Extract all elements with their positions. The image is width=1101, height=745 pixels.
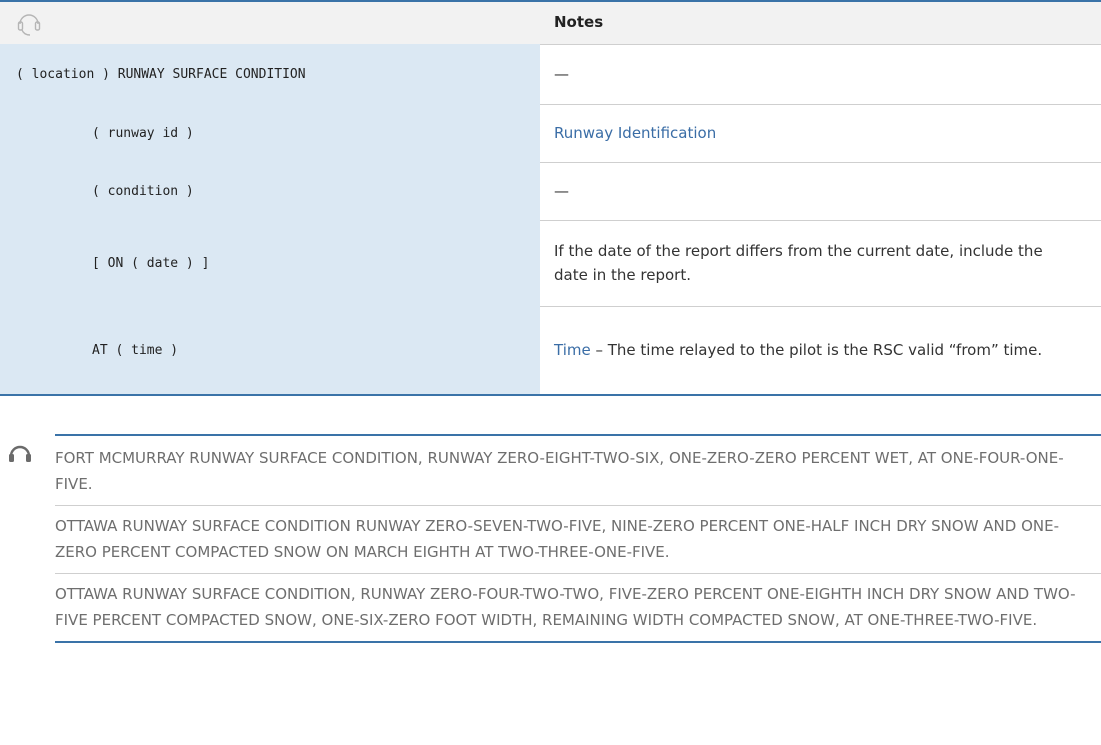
header-icon-cell xyxy=(0,2,540,44)
phrase-cell: ( location ) RUNWAY SURFACE CONDITION xyxy=(0,44,540,104)
table-row: ( runway id ) Runway Identification xyxy=(0,104,1101,162)
example-list-divider xyxy=(55,641,1101,643)
table-header-row: Notes xyxy=(0,2,1101,44)
note-cell: Time – The time relayed to the pilot is … xyxy=(540,306,1101,394)
time-note-text: – The time relayed to the pilot is the R… xyxy=(590,340,1043,359)
example-list: FORT MCMURRAY RUNWAY SURFACE CONDITION, … xyxy=(55,434,1101,643)
headset-icon xyxy=(9,445,31,462)
table-row: ( location ) RUNWAY SURFACE CONDITION — xyxy=(0,44,1101,104)
table-row: ( condition ) — xyxy=(0,162,1101,220)
time-link[interactable]: Time xyxy=(554,341,591,359)
table-row: [ ON ( date ) ] If the date of the repor… xyxy=(0,220,1101,306)
note-cell: — xyxy=(540,162,1101,220)
phraseology-table: Notes ( location ) RUNWAY SURFACE CONDIT… xyxy=(0,0,1101,396)
phrase-cell: ( runway id ) xyxy=(0,104,540,162)
example-item: FORT MCMURRAY RUNWAY SURFACE CONDITION, … xyxy=(55,434,1101,505)
examples-section: FORT MCMURRAY RUNWAY SURFACE CONDITION, … xyxy=(0,428,1101,745)
phrase-cell: ( condition ) xyxy=(0,162,540,220)
headset-icon xyxy=(17,14,41,36)
note-cell: If the date of the report differs from t… xyxy=(540,220,1101,306)
example-item: OTTAWA RUNWAY SURFACE CONDITION, RUNWAY … xyxy=(55,573,1101,641)
example-item: OTTAWA RUNWAY SURFACE CONDITION RUNWAY Z… xyxy=(55,505,1101,573)
notes-header: Notes xyxy=(540,2,1101,44)
phrase-cell: AT ( time ) xyxy=(0,306,540,394)
note-cell: Runway Identification xyxy=(540,104,1101,162)
table-row: AT ( time ) Time – The time relayed to t… xyxy=(0,306,1101,394)
phrase-cell: [ ON ( date ) ] xyxy=(0,220,540,306)
runway-identification-link[interactable]: Runway Identification xyxy=(554,122,716,145)
note-cell: — xyxy=(540,44,1101,104)
